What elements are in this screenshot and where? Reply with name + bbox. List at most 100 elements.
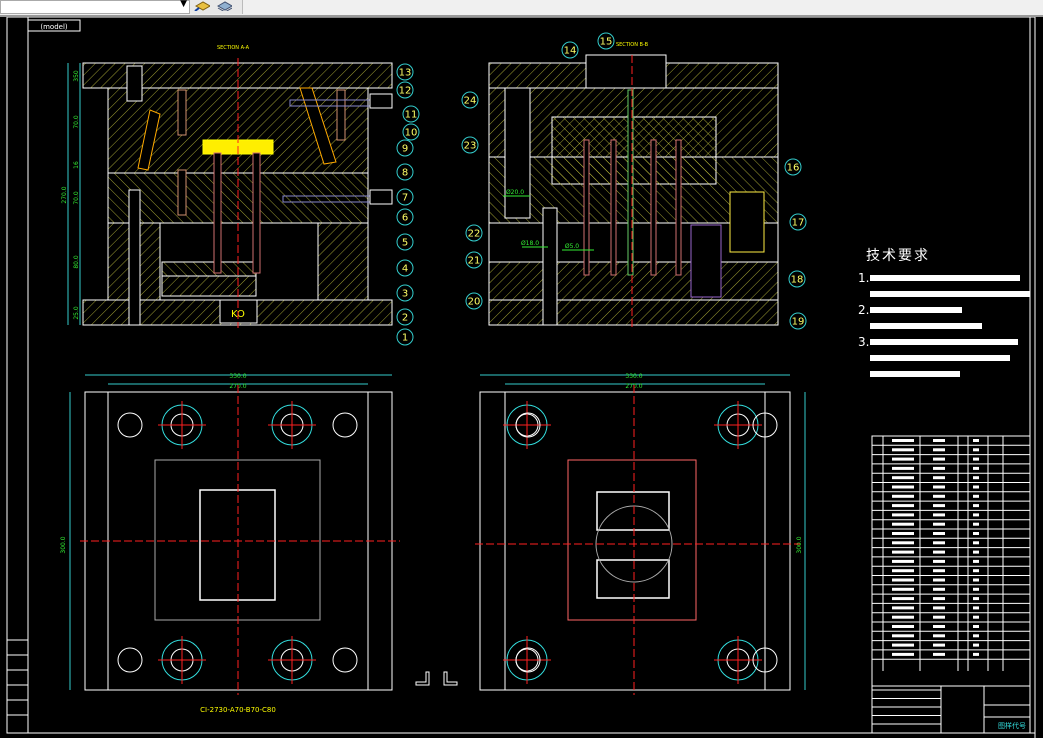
technical-requirements: 技术要求 1. 2. 3. (858, 248, 1030, 382)
section-a-dimensions: 350 70.0 16 270.0 70.0 80.0 25.0 (61, 70, 80, 320)
balloon-21: 21 (465, 251, 483, 269)
balloon-number: 22 (468, 229, 481, 240)
toolbar: ▼ (0, 0, 1043, 17)
balloon-13: 13 (396, 63, 414, 81)
balloon-number: 15 (600, 37, 613, 48)
ejector-plate (161, 275, 257, 297)
requirements-title: 技术要求 (866, 248, 930, 264)
guide-pin (128, 189, 141, 326)
balloon-4: 4 (396, 259, 414, 277)
dim-overall-height: 270.0 (61, 186, 68, 203)
balloon-number: 7 (402, 193, 408, 204)
water-connector (369, 189, 393, 205)
balloon-22: 22 (465, 224, 483, 242)
balloon-23: 23 (461, 136, 479, 154)
balloon-number: 18 (791, 275, 804, 286)
balloon-number: 13 (399, 68, 412, 79)
dim-parting: 16 (73, 161, 80, 169)
layer-states-icon[interactable] (194, 0, 210, 11)
screw-hole-circle (332, 647, 358, 673)
locating-ring (585, 54, 667, 89)
balloon-number: 4 (402, 264, 408, 275)
balloon-15: 15 (597, 32, 615, 50)
balloon-number: 9 (402, 144, 408, 155)
dim-ejector-pin-diameter: Ø5.0 (565, 243, 579, 250)
spring (729, 191, 765, 253)
section-a-label: SECTION A-A (217, 45, 250, 51)
balloon-number: 24 (464, 96, 477, 107)
balloon-number: 1 (402, 333, 408, 344)
balloon-17: 17 (789, 213, 807, 231)
part-no-label: 图样代号 (998, 721, 1026, 730)
balloon-number: 5 (402, 238, 408, 249)
section-a-view: SECTION A-A KO 350 70.0 16 270.0 70.0 80… (61, 45, 393, 328)
ejector-retainer-plate (161, 261, 257, 277)
ejector-pin (213, 152, 222, 274)
balloon-number: 11 (405, 110, 418, 121)
plan-a-width-dim: 330.0 (229, 373, 246, 380)
balloon-11: 11 (402, 105, 420, 123)
balloon-number: 12 (399, 86, 412, 97)
balloon-20: 20 (465, 292, 483, 310)
dim-cavity-plate: 70.0 (73, 115, 80, 129)
layer-previous-icon[interactable] (216, 0, 232, 11)
balloon-8: 8 (396, 163, 414, 181)
layer-dropdown[interactable]: ▼ (0, 0, 190, 14)
dim-return-pin-diameter: Ø18.0 (521, 240, 539, 247)
revision-column (6, 639, 29, 734)
guide-bushing (504, 87, 531, 219)
layer-tools (190, 0, 243, 14)
bottom-clamp-plate (488, 299, 779, 326)
section-b-label: SECTION B-B (616, 42, 649, 48)
balloon-10: 10 (402, 123, 420, 141)
balloon-1: 1 (396, 328, 414, 346)
view-direction-marks (415, 671, 458, 686)
dim-bottom-plate: 25.0 (73, 306, 80, 320)
balloon-3: 3 (396, 284, 414, 302)
balloon-number: 3 (402, 289, 408, 300)
spacer-block-right (317, 222, 369, 301)
plan-b-width-dim: 330.0 (625, 373, 642, 380)
balloon-number: 6 (402, 213, 408, 224)
balloon-number: 10 (405, 128, 418, 139)
ejector-pin (252, 152, 261, 274)
mold-code: CI-2730-A70-B70-C80 (200, 706, 276, 714)
section-b-view: SECTION B-B Ø18.0 Ø5.0 Ø20.0 (488, 42, 779, 328)
water-connector (369, 93, 393, 109)
balloon-12: 12 (396, 81, 414, 99)
model-tab-label[interactable]: (model) (40, 23, 68, 31)
requirement-2-num: 2. (858, 303, 870, 317)
requirement-1-num: 1. (858, 271, 870, 285)
screw-hole-circle (117, 412, 143, 438)
balloon-24: 24 (461, 91, 479, 109)
plan-b-height-dim: 300.0 (796, 536, 803, 553)
balloon-number: 17 (792, 218, 805, 229)
balloon-number: 16 (787, 163, 800, 174)
support-pillar (690, 224, 722, 298)
chevron-down-icon[interactable]: ▼ (180, 0, 187, 9)
balloon-9: 9 (396, 139, 414, 157)
balloon-19: 19 (789, 312, 807, 330)
dim-top-plate: 350 (73, 70, 80, 82)
requirement-3-num: 3. (858, 335, 870, 349)
return-pin (542, 207, 558, 326)
balloon-number: 19 (792, 317, 805, 328)
balloon-number: 8 (402, 168, 408, 179)
screw-hole-circle (332, 412, 358, 438)
balloon-number: 20 (468, 297, 481, 308)
balloon-6: 6 (396, 208, 414, 226)
plan-view-a: 330.0 270.0 300.0 CI-2730-A70-B70-C80 (60, 373, 400, 714)
balloon-7: 7 (396, 188, 414, 206)
balloon-18: 18 (788, 270, 806, 288)
balloon-16: 16 (784, 158, 802, 176)
balloon-14: 14 (561, 41, 579, 59)
screw-hole-circle (117, 647, 143, 673)
balloon-number: 21 (468, 256, 481, 267)
balloon-5: 5 (396, 233, 414, 251)
dim-spacer-block: 80.0 (73, 255, 80, 269)
balloon-number: 23 (464, 141, 477, 152)
balloon-2: 2 (396, 308, 414, 326)
plan-view-b: 330.0 270.0 300.0 (475, 373, 806, 695)
bill-of-materials (871, 435, 1031, 734)
dim-guide-bushing-diameter: Ø20.0 (506, 189, 524, 196)
